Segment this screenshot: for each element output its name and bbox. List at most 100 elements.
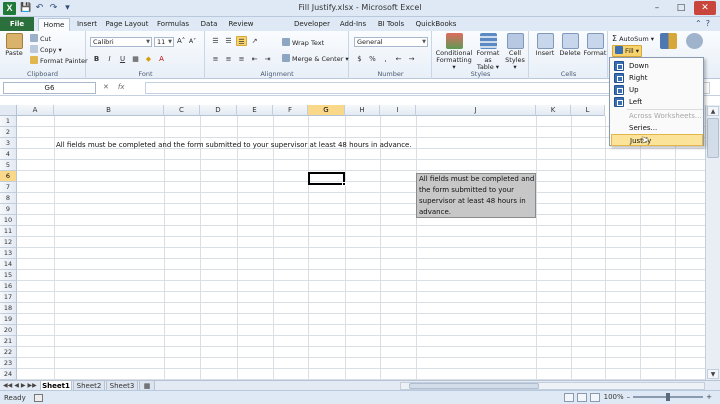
menu-item-justify[interactable]: Justify [611,134,703,146]
worksheet-grid[interactable] [17,116,705,380]
zoom-out-button[interactable]: – [627,393,631,401]
scroll-thumb[interactable] [409,383,539,389]
zoom-slider-knob[interactable] [666,393,671,401]
fill-button[interactable]: Fill ▾ [612,45,643,57]
page-layout-view-icon[interactable] [577,393,587,402]
scroll-thumb[interactable] [707,118,719,158]
tab-formulas[interactable]: Formulas [153,18,193,31]
format-painter-button[interactable]: Format Painter [30,56,88,66]
row-header[interactable]: 4 [0,149,17,160]
row-header[interactable]: 12 [0,237,17,248]
horizontal-scrollbar[interactable] [400,382,705,390]
row-header[interactable]: 3 [0,138,17,149]
row-header[interactable]: 19 [0,314,17,325]
minimize-button[interactable]: – [646,1,668,15]
column-header[interactable]: L [571,105,605,116]
format-as-table-button[interactable]: Format as Table ▾ [475,33,501,71]
tab-review[interactable]: Review [226,18,256,31]
row-header[interactable]: 9 [0,204,17,215]
row-header[interactable]: 23 [0,358,17,369]
zoom-slider[interactable] [633,393,704,401]
menu-item-fill-up[interactable]: Up [611,84,703,96]
maximize-button[interactable]: □ [670,1,692,15]
row-header[interactable]: 8 [0,193,17,204]
zoom-level[interactable]: 100% [604,393,624,401]
row-header[interactable]: 7 [0,182,17,193]
font-size-select[interactable]: 11 ▼ [154,37,174,47]
page-break-view-icon[interactable] [590,393,600,402]
minimize-ribbon-icon[interactable]: ⌃ [695,19,702,28]
tab-file[interactable]: File [0,17,34,31]
zoom-in-button[interactable]: + [706,393,712,401]
orientation-icon[interactable]: ↗ [249,36,260,46]
close-button[interactable]: ✕ [694,1,716,15]
column-header[interactable]: E [237,105,273,116]
number-format-select[interactable]: General ▼ [354,37,428,47]
active-cell-g6[interactable] [308,172,346,186]
cancel-entry-icon[interactable]: ✕ [103,83,109,91]
autosum-button[interactable]: Σ AutoSum ▾ [612,34,654,44]
tab-add-ins[interactable]: Add-Ins [338,18,368,31]
row-header[interactable]: 11 [0,226,17,237]
conditional-formatting-button[interactable]: Conditional Formatting ▾ [435,33,473,71]
paste-button[interactable]: Paste [3,33,25,57]
align-center-icon[interactable]: ≡ [223,54,234,64]
align-right-icon[interactable]: ≡ [236,54,247,64]
bold-button[interactable]: B [91,54,102,64]
row-header[interactable]: 1 [0,116,17,127]
comma-button[interactable]: , [380,54,391,64]
row-header[interactable]: 22 [0,347,17,358]
menu-item-fill-down[interactable]: Down [611,60,703,72]
column-header[interactable]: J [416,105,536,116]
menu-item-fill-right[interactable]: Right [611,72,703,84]
tab-data[interactable]: Data [196,18,222,31]
italic-button[interactable]: I [104,54,115,64]
tab-home[interactable]: Home [38,18,70,31]
row-header[interactable]: 5 [0,160,17,171]
column-header-selected[interactable]: G [308,105,345,116]
normal-view-icon[interactable] [564,393,574,402]
decrease-indent-icon[interactable]: ⇤ [249,54,260,64]
row-header[interactable]: 16 [0,281,17,292]
insert-cells-button[interactable]: Insert [533,33,557,57]
sort-filter-button[interactable] [657,33,679,50]
row-header[interactable]: 13 [0,248,17,259]
justified-text-block[interactable]: All fields must be completed and the for… [416,173,536,218]
menu-item-series[interactable]: Series... [611,122,703,134]
row-header-selected[interactable]: 6 [0,171,17,182]
delete-cells-button[interactable]: Delete [558,33,582,57]
find-select-button[interactable] [683,33,705,50]
column-header[interactable]: K [536,105,571,116]
tab-bi-tools[interactable]: BI Tools [375,18,407,31]
align-top-icon[interactable]: ☰ [210,36,221,46]
row-header[interactable]: 14 [0,259,17,270]
menu-item-across-worksheets[interactable]: Across Worksheets... [611,110,703,122]
select-all-corner[interactable] [0,105,17,116]
row-header[interactable]: 21 [0,336,17,347]
scroll-up-icon[interactable]: ▲ [707,106,719,116]
align-middle-icon[interactable]: ☰ [223,36,234,46]
help-icon[interactable]: ? [706,19,710,28]
tab-page-layout[interactable]: Page Layout [104,18,150,31]
grow-font-button[interactable]: A˄ [177,37,185,46]
row-header[interactable]: 24 [0,369,17,380]
column-header[interactable]: F [273,105,308,116]
column-header[interactable]: B [54,105,164,116]
underline-button[interactable]: U [117,54,128,64]
merge-center-button[interactable]: Merge & Center ▾ [282,54,349,64]
format-cells-button[interactable]: Format [583,33,607,57]
menu-item-fill-left[interactable]: Left [611,96,703,108]
borders-icon[interactable]: ▦ [130,54,141,64]
align-bottom-icon[interactable]: ☰ [236,36,247,46]
row-header[interactable]: 17 [0,292,17,303]
fill-color-icon[interactable]: ◆ [143,54,154,64]
cell-styles-button[interactable]: Cell Styles ▾ [503,33,527,71]
increase-indent-icon[interactable]: ⇥ [262,54,273,64]
tab-developer[interactable]: Developer [292,18,332,31]
tab-quickbooks[interactable]: QuickBooks [414,18,458,31]
row-header[interactable]: 18 [0,303,17,314]
fill-handle[interactable] [342,182,346,186]
wrap-text-button[interactable]: Wrap Text [282,38,324,48]
shrink-font-button[interactable]: A˅ [189,37,196,46]
percent-button[interactable]: % [367,54,378,64]
